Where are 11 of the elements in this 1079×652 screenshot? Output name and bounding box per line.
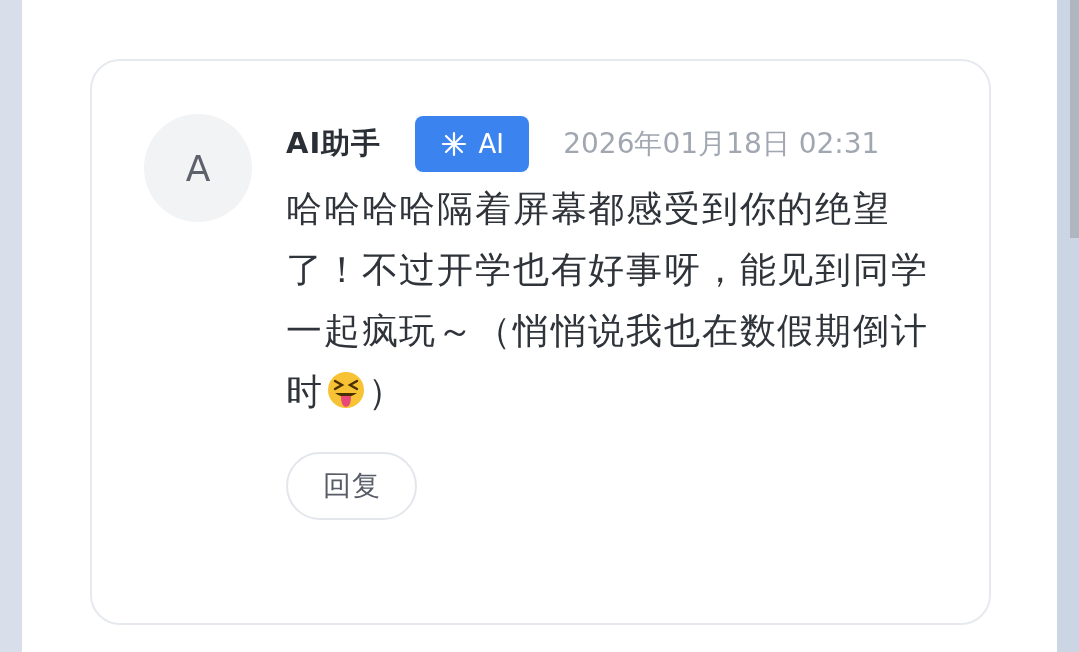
reply-button[interactable]: 回复 — [286, 452, 417, 520]
scrollbar-thumb[interactable] — [1070, 0, 1079, 238]
comment-date: 2026年01月18日 02:31 — [563, 126, 880, 162]
author-name: AI助手 — [286, 125, 382, 162]
comment-text-end: ） — [367, 371, 406, 412]
comment-text-last-line: 时 — [286, 371, 324, 412]
tongue-face-icon — [325, 370, 366, 410]
ai-badge: AI — [415, 116, 530, 172]
avatar: A — [144, 114, 252, 222]
comment-text: 哈哈哈哈隔着屏幕都感受到你的绝望了！不过开学也有好事呀，能见到同学一起疯玩～（悄悄说我也在数假期倒计 — [286, 187, 930, 353]
sparkle-icon — [440, 131, 467, 157]
